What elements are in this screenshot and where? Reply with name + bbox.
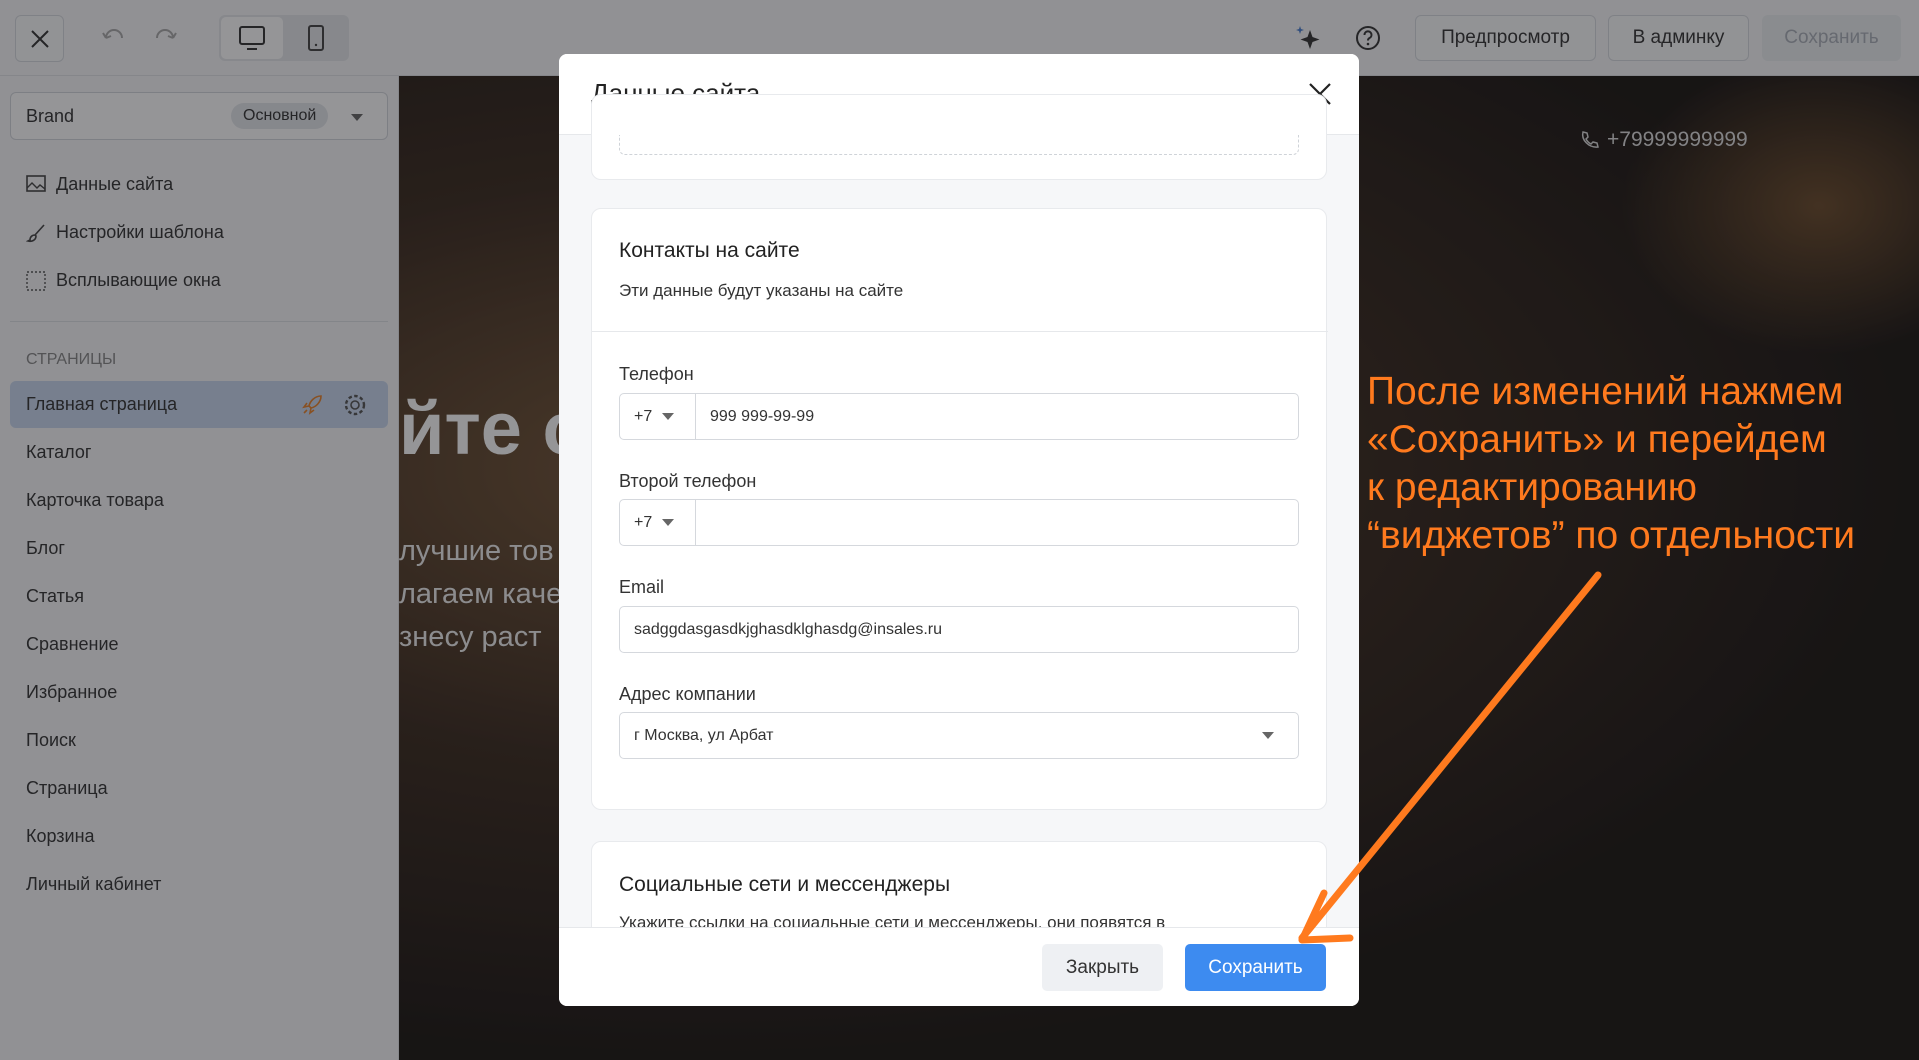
- annotation-arrow-icon: [1298, 571, 1602, 944]
